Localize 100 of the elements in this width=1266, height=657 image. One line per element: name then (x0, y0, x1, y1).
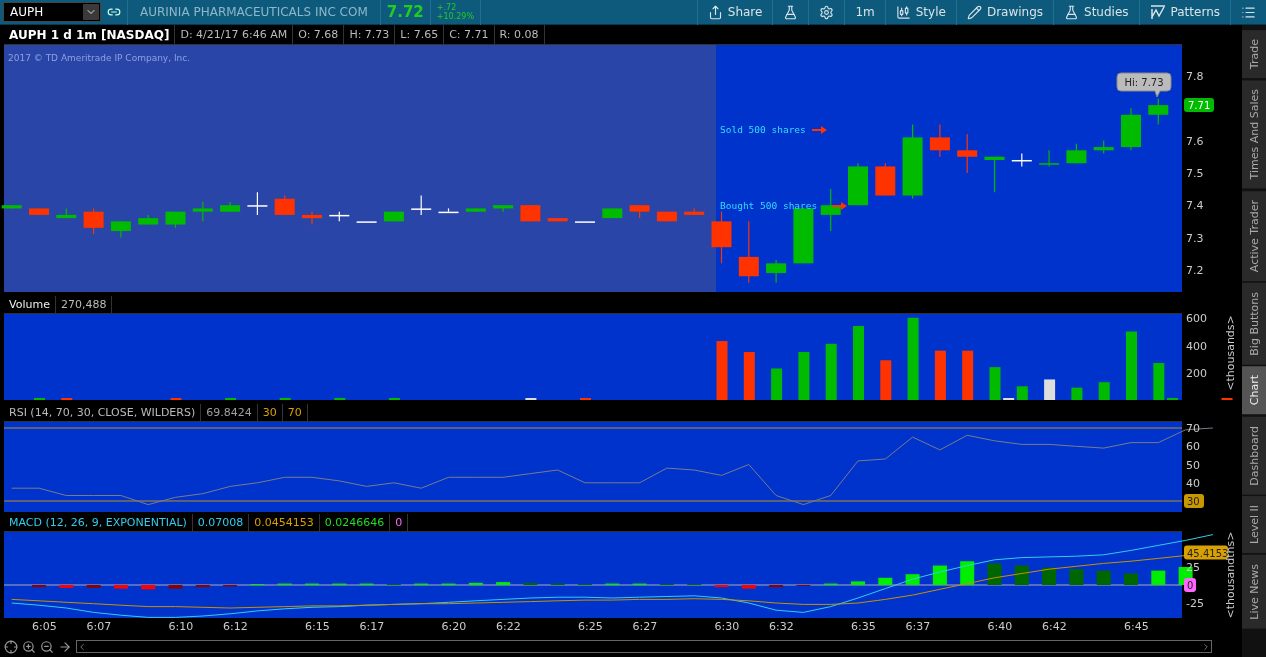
toolbar-button[interactable]: Style (884, 0, 956, 25)
study-label: MACD (12, 26, 9, EXPONENTIAL) (4, 514, 193, 531)
time-axis-label: 6:20 (441, 620, 467, 633)
zoom-in-icon[interactable] (22, 639, 36, 654)
chart-title: AUPH 1 d 1m [NASDAQ] (4, 25, 176, 44)
scroll-left-icon[interactable] (77, 641, 87, 652)
level-tag: 0 (1184, 578, 1196, 592)
candlestick (520, 204, 541, 222)
high-callout: Hi: 7.73 (1116, 72, 1172, 98)
arrow-icon (812, 126, 827, 134)
price-change: +.72 +10.29% (430, 0, 481, 25)
candlestick (684, 207, 705, 216)
candlestick (247, 191, 268, 216)
volume-bar (934, 350, 946, 400)
volume-bar (825, 343, 837, 400)
volume-bar (1044, 379, 1056, 400)
side-tab[interactable]: Big Buttons (1242, 282, 1266, 365)
trade-annotation: Bought 500 shares (720, 200, 818, 211)
last-price-tag: 7.71 (1184, 98, 1214, 113)
candlestick (220, 201, 241, 213)
link-icon[interactable] (107, 5, 121, 19)
time-axis-label: 6:22 (496, 620, 521, 633)
axis-tick-label: 200 (1186, 367, 1207, 380)
scroll-right-icon[interactable] (1201, 641, 1211, 652)
toolbar-button[interactable]: Patterns (1138, 0, 1230, 25)
time-axis-label: 6:12 (223, 620, 248, 633)
time-axis-label: 6:35 (851, 620, 876, 633)
time-axis-label: 6:07 (86, 620, 112, 633)
histogram-bar (1124, 573, 1138, 585)
axis-tick-label: 400 (1186, 339, 1207, 353)
side-tab[interactable]: Dashboard (1242, 416, 1266, 495)
toolbar-button[interactable]: 1m (844, 0, 885, 25)
histogram-bar (878, 577, 893, 585)
volume-bar (743, 352, 755, 400)
candlestick (1039, 149, 1060, 168)
candlestick (165, 211, 186, 229)
candlestick (192, 201, 213, 222)
study-label: Volume (4, 296, 56, 313)
study-value: 0 (390, 514, 409, 531)
axis-tick-label: 7.8 (1186, 70, 1204, 83)
axis-tick-label: 7.2 (1186, 263, 1204, 277)
side-tab[interactable]: Active Trader (1242, 190, 1266, 281)
candlestick (1011, 152, 1032, 168)
side-tab[interactable]: Chart (1242, 366, 1266, 415)
last-price: 7.72 (380, 0, 431, 25)
candlestick (56, 207, 77, 219)
candlestick (848, 162, 868, 206)
candlestick (1066, 143, 1087, 164)
candlestick (984, 156, 1005, 193)
toolbar-button[interactable]: Studies (1053, 0, 1139, 25)
histogram-bar (523, 582, 538, 585)
ohlc-field: D: 4/21/17 6:46 AM (175, 25, 294, 44)
side-tab[interactable]: Level II (1242, 496, 1266, 554)
study-value: 0.07008 (192, 514, 250, 531)
candlestick-icon (895, 4, 911, 20)
histogram-bar (905, 574, 920, 585)
histogram-bar (86, 585, 101, 588)
toolbar-button[interactable]: Drawings (955, 0, 1054, 25)
axis-tick-label: 7.4 (1186, 199, 1204, 213)
ohlc-field: L: 7.65 (395, 25, 445, 44)
histogram-bar (468, 582, 483, 585)
time-axis-label: 6:15 (305, 620, 330, 633)
level-tag: 30 (1184, 494, 1204, 508)
time-axis-label: 6:25 (578, 620, 603, 633)
time-axis-label: 6:17 (359, 620, 385, 633)
study-value: 30 (257, 404, 283, 421)
candlestick (1148, 98, 1169, 126)
candlestick (465, 207, 486, 213)
candlestick (83, 207, 104, 235)
axis-tick-label: 7.3 (1186, 231, 1204, 245)
candlestick (656, 211, 677, 222)
ohlc-field: O: 7.68 (293, 25, 345, 44)
volume-bar (716, 341, 728, 400)
time-axis-label: 6:40 (987, 620, 1013, 633)
crosshair-icon[interactable] (4, 639, 18, 654)
histogram-bar (1069, 569, 1084, 585)
study-value: 270,488 (55, 296, 113, 313)
axis-tick-label: 25 (1186, 561, 1200, 574)
zoom-out-icon[interactable] (40, 639, 54, 654)
histogram-bar (496, 582, 511, 585)
dropdown-icon (83, 4, 99, 20)
histogram-bar (960, 561, 975, 585)
symbol-field[interactable]: AUPH (3, 2, 101, 22)
candlestick (957, 133, 978, 174)
study-label: RSI (14, 70, 30, CLOSE, WILDERS) (4, 404, 202, 421)
time-axis-label: 6:42 (1042, 620, 1067, 633)
side-tab[interactable]: Times And Sales (1242, 80, 1266, 189)
side-tab[interactable]: Trade (1242, 30, 1266, 79)
histogram-bar (113, 585, 128, 589)
ohlc-field: R: 0.08 (494, 25, 545, 44)
axis-tick-label: 50 (1186, 458, 1200, 472)
candlestick (383, 211, 404, 222)
toolbar-button[interactable]: Share (696, 0, 773, 25)
scrollbar[interactable] (76, 640, 1212, 653)
arrow-icon (832, 202, 847, 210)
candlestick (820, 188, 841, 232)
axis-tick-label: -25 (1186, 597, 1204, 610)
side-tab[interactable]: Live News (1242, 555, 1266, 629)
histogram-bar (32, 585, 46, 588)
axis-tick-label: 7.6 (1186, 134, 1204, 148)
